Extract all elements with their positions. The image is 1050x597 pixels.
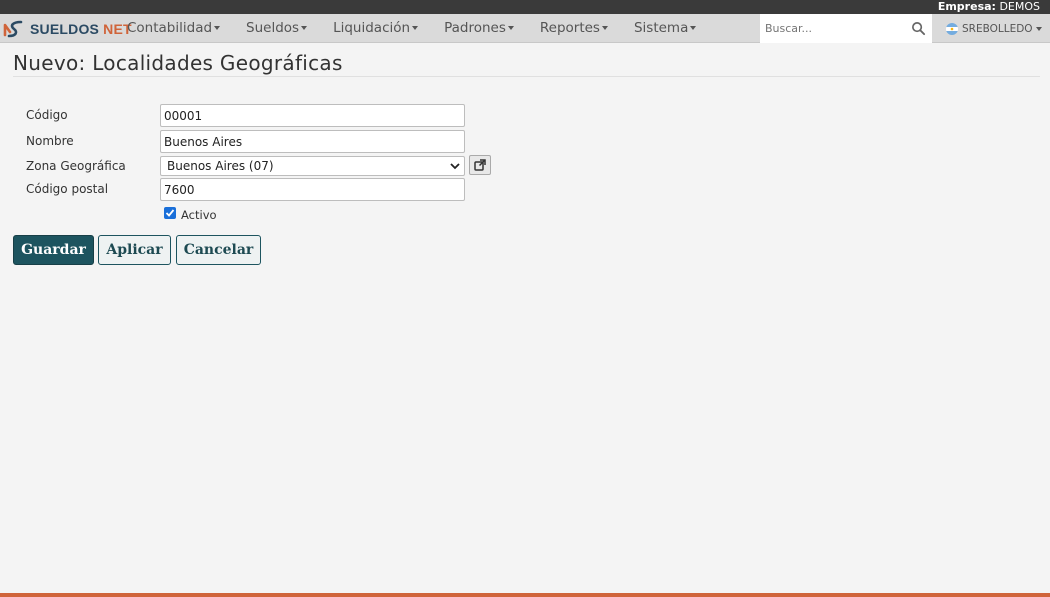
zona-geografica-select[interactable]: Buenos Aires (07) bbox=[160, 156, 465, 176]
argentina-flag-icon bbox=[946, 22, 958, 35]
nombre-field[interactable] bbox=[160, 130, 465, 153]
zona-geografica-value: Buenos Aires (07) bbox=[167, 159, 274, 173]
activo-label: Activo bbox=[181, 208, 217, 222]
codigo-postal-label: Código postal bbox=[26, 182, 109, 196]
zona-geografica-label: Zona Geográfica bbox=[26, 159, 126, 173]
external-link-icon bbox=[474, 159, 486, 171]
empresa-label: Empresa: bbox=[937, 0, 996, 13]
caret-down-icon bbox=[601, 26, 608, 30]
menu-reportes[interactable]: Reportes bbox=[527, 14, 621, 43]
caret-down-icon bbox=[214, 26, 221, 30]
codigo-label: Código bbox=[26, 108, 68, 122]
caret-down-icon bbox=[412, 26, 419, 30]
search-icon[interactable] bbox=[911, 21, 926, 36]
caret-down-icon bbox=[1035, 26, 1042, 31]
chevron-down-icon bbox=[450, 163, 460, 170]
cancelar-button[interactable]: Cancelar bbox=[176, 235, 261, 265]
caret-down-icon bbox=[301, 26, 308, 30]
nombre-label: Nombre bbox=[26, 134, 74, 148]
open-external-button[interactable] bbox=[469, 155, 491, 175]
title-divider bbox=[13, 76, 1040, 77]
navbar: SUELDOS NET Contabilidad Sueldos Liquida… bbox=[0, 14, 1050, 43]
search-input[interactable] bbox=[760, 14, 900, 43]
bottom-accent-bar bbox=[0, 593, 1050, 597]
user-name: SREBOLLEDO bbox=[962, 22, 1033, 35]
empresa-value: DEMOS bbox=[999, 0, 1040, 13]
menu-sueldos[interactable]: Sueldos bbox=[233, 14, 320, 43]
main-menu: Contabilidad Sueldos Liquidación Padrone… bbox=[114, 14, 709, 43]
guardar-button[interactable]: Guardar bbox=[13, 235, 94, 265]
menu-sistema[interactable]: Sistema bbox=[621, 14, 709, 43]
activo-checkbox[interactable] bbox=[164, 207, 176, 219]
codigo-field[interactable] bbox=[160, 104, 465, 127]
caret-down-icon bbox=[507, 26, 514, 30]
page-title: Nuevo: Localidades Geográficas bbox=[13, 51, 343, 75]
menu-padrones[interactable]: Padrones bbox=[431, 14, 527, 43]
codigo-postal-field[interactable] bbox=[160, 178, 465, 201]
search-box bbox=[760, 14, 932, 43]
brand-logo[interactable]: SUELDOS NET bbox=[2, 14, 132, 43]
aplicar-button[interactable]: Aplicar bbox=[98, 235, 171, 265]
checkmark-icon bbox=[165, 209, 175, 217]
top-status-bar: Empresa: DEMOS bbox=[0, 0, 1050, 14]
user-menu[interactable]: SREBOLLEDO bbox=[938, 14, 1050, 43]
menu-liquidacion[interactable]: Liquidación bbox=[320, 14, 431, 43]
logo-icon bbox=[3, 20, 23, 37]
caret-down-icon bbox=[690, 26, 697, 30]
menu-contabilidad[interactable]: Contabilidad bbox=[114, 14, 233, 43]
